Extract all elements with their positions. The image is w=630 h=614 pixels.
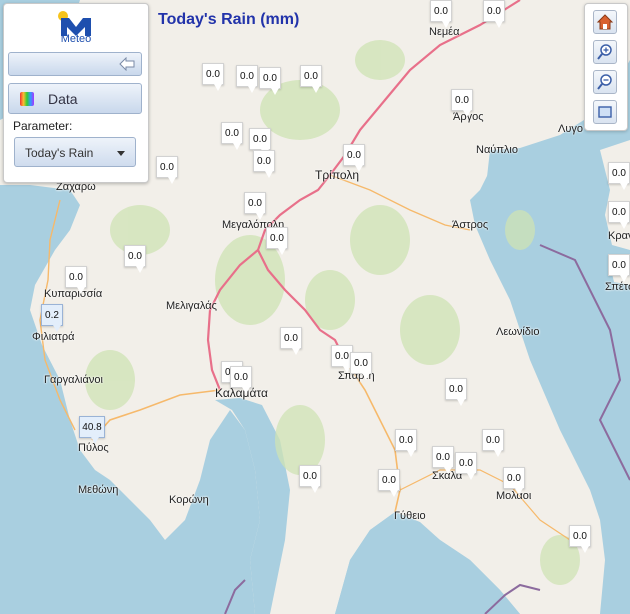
rain-marker[interactable]: 0.0 bbox=[451, 89, 473, 117]
chevron-down-icon bbox=[117, 151, 125, 156]
rain-marker[interactable]: 0.0 bbox=[378, 469, 400, 497]
place-label: Άστρος bbox=[452, 219, 489, 231]
rain-marker[interactable]: 0.0 bbox=[483, 0, 505, 28]
place-label: Κρανι bbox=[608, 230, 630, 242]
full-extent-icon bbox=[598, 106, 612, 118]
zoom-out-button[interactable] bbox=[593, 70, 617, 94]
rain-marker[interactable]: 0.0 bbox=[156, 156, 178, 184]
rain-marker[interactable]: 0.0 bbox=[244, 192, 266, 220]
rain-marker[interactable]: 0.0 bbox=[432, 446, 454, 474]
rain-marker[interactable]: 0.0 bbox=[202, 63, 224, 91]
home-button[interactable] bbox=[593, 10, 617, 34]
data-button[interactable]: Data bbox=[8, 83, 142, 114]
rain-marker[interactable]: 0.0 bbox=[300, 65, 322, 93]
rain-marker[interactable]: 0.0 bbox=[236, 65, 258, 93]
place-label: Γύθειο bbox=[394, 510, 426, 522]
rain-marker[interactable]: 0.0 bbox=[482, 429, 504, 457]
rain-marker[interactable]: 0.0 bbox=[124, 245, 146, 273]
parameter-select[interactable]: Today's Rain bbox=[14, 137, 136, 167]
rain-marker[interactable]: 0.0 bbox=[569, 525, 591, 553]
place-label: Φιλιατρά bbox=[32, 331, 75, 343]
collapse-panel-button[interactable] bbox=[8, 52, 142, 76]
place-label: Τρίπολη bbox=[315, 168, 360, 182]
data-button-label: Data bbox=[48, 91, 78, 107]
rain-marker[interactable]: 40.8 bbox=[79, 416, 105, 444]
parameter-select-value: Today's Rain bbox=[25, 146, 94, 160]
rain-marker[interactable]: 0.0 bbox=[249, 128, 271, 156]
rain-marker[interactable]: 0.0 bbox=[230, 366, 252, 394]
home-icon bbox=[596, 14, 614, 30]
rain-marker[interactable]: 0.0 bbox=[395, 429, 417, 457]
rain-marker[interactable]: 0.0 bbox=[445, 378, 467, 406]
rain-marker[interactable]: 0.2 bbox=[41, 304, 63, 332]
zoom-out-icon bbox=[597, 74, 612, 90]
map-toolbar bbox=[584, 3, 628, 131]
rain-marker[interactable]: 0.0 bbox=[266, 227, 288, 255]
zoom-extent-button[interactable] bbox=[593, 100, 617, 124]
rain-marker[interactable]: 0.0 bbox=[430, 0, 452, 28]
place-label: Ναύπλιο bbox=[476, 144, 518, 156]
rain-marker[interactable]: 0.0 bbox=[259, 67, 281, 95]
rain-marker[interactable]: 0.0 bbox=[608, 162, 630, 190]
palette-icon bbox=[20, 92, 34, 106]
zoom-in-button[interactable] bbox=[593, 40, 617, 64]
rain-marker[interactable]: 0.0 bbox=[299, 465, 321, 493]
place-label: Μελιγαλάς bbox=[166, 300, 217, 312]
place-label: Λεωνίδιο bbox=[496, 326, 540, 338]
control-panel: Meteo Data Parameter: Today's Rain bbox=[3, 3, 149, 183]
zoom-in-icon bbox=[597, 44, 612, 60]
rain-marker[interactable]: 0.0 bbox=[455, 452, 477, 480]
rain-marker[interactable]: 0.0 bbox=[65, 266, 87, 294]
place-label: Κυπαρισσία bbox=[44, 288, 103, 300]
map-title: Today's Rain (mm) bbox=[158, 11, 300, 28]
logo-text: Meteo bbox=[60, 33, 92, 45]
place-label: Μολάοι bbox=[496, 490, 532, 502]
rain-marker[interactable]: 0.0 bbox=[280, 327, 302, 355]
rain-marker[interactable]: 0.0 bbox=[221, 122, 243, 150]
rain-marker[interactable]: 0.0 bbox=[343, 144, 365, 172]
place-label: Λυγο bbox=[558, 123, 583, 135]
parameter-label: Parameter: bbox=[13, 119, 73, 133]
rain-marker[interactable]: 0.0 bbox=[503, 467, 525, 495]
rain-marker[interactable]: 0.0 bbox=[253, 150, 275, 178]
rain-marker[interactable]: 0.0 bbox=[608, 201, 630, 229]
arrow-left-icon bbox=[119, 57, 135, 71]
place-label: Σπέτσες bbox=[605, 281, 630, 293]
rain-marker[interactable]: 0.0 bbox=[350, 352, 372, 380]
place-label: Μεθώνη bbox=[78, 484, 119, 496]
rain-marker[interactable]: 0.0 bbox=[608, 254, 630, 282]
place-label: Γαργαλιάνοι bbox=[44, 374, 103, 386]
place-label: Κορώνη bbox=[169, 494, 209, 506]
